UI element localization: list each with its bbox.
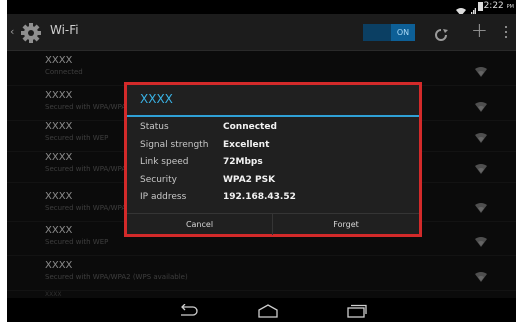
status-bar: 2:22 PM bbox=[7, 0, 516, 17]
info-label: Status bbox=[140, 122, 169, 132]
info-row-status: Status Connected bbox=[140, 122, 410, 137]
info-value: Excellent bbox=[223, 140, 270, 150]
tablet-display: 2:22 PM ‹ Wi-Fi ON + XXXX Connected XXXX… bbox=[7, 0, 516, 322]
info-row-signal-strength: Signal strength Excellent bbox=[140, 140, 410, 155]
info-label: Security bbox=[140, 175, 177, 185]
info-label: IP address bbox=[140, 192, 187, 202]
navigation-bar bbox=[7, 298, 516, 322]
settings-gear-icon[interactable] bbox=[20, 22, 42, 48]
info-value: 192.168.43.52 bbox=[223, 192, 296, 202]
recents-icon[interactable] bbox=[347, 303, 367, 322]
clock: 2:22 PM bbox=[484, 1, 514, 11]
up-navigation-icon[interactable]: ‹ bbox=[10, 25, 14, 38]
network-details-dialog: XXXX Status Connected Signal strength Ex… bbox=[127, 85, 419, 235]
dialog-button-bar: Cancel Forget bbox=[127, 213, 419, 235]
add-icon[interactable]: + bbox=[471, 20, 488, 40]
battery-icon bbox=[478, 2, 483, 11]
page-title: Wi-Fi bbox=[50, 23, 79, 37]
back-icon[interactable] bbox=[178, 303, 198, 322]
overflow-menu-icon[interactable] bbox=[505, 26, 507, 41]
clock-suffix: PM bbox=[506, 4, 514, 10]
info-value: Connected bbox=[223, 122, 277, 132]
cancel-button[interactable]: Cancel bbox=[127, 214, 273, 235]
home-icon[interactable] bbox=[257, 303, 279, 322]
screen: 2:22 PM ‹ Wi-Fi ON + XXXX Connected XXXX… bbox=[0, 0, 523, 322]
info-value: WPA2 PSK bbox=[223, 175, 276, 185]
info-row-ip-address: IP address 192.168.43.52 bbox=[140, 192, 410, 207]
wifi-toggle-label: ON bbox=[391, 24, 415, 41]
action-bar: ‹ Wi-Fi ON + bbox=[7, 14, 516, 51]
info-value: 72Mbps bbox=[223, 157, 263, 167]
forget-button[interactable]: Forget bbox=[273, 214, 419, 235]
info-label: Link speed bbox=[140, 157, 189, 167]
wps-icon[interactable] bbox=[435, 26, 449, 45]
dialog-divider bbox=[127, 115, 419, 117]
info-row-security: Security WPA2 PSK bbox=[140, 175, 410, 190]
wifi-toggle[interactable]: ON bbox=[363, 24, 415, 41]
dialog-title: XXXX bbox=[140, 92, 173, 106]
info-label: Signal strength bbox=[140, 140, 209, 150]
info-row-link-speed: Link speed 72Mbps bbox=[140, 157, 410, 172]
clock-time: 2:22 bbox=[483, 1, 504, 11]
